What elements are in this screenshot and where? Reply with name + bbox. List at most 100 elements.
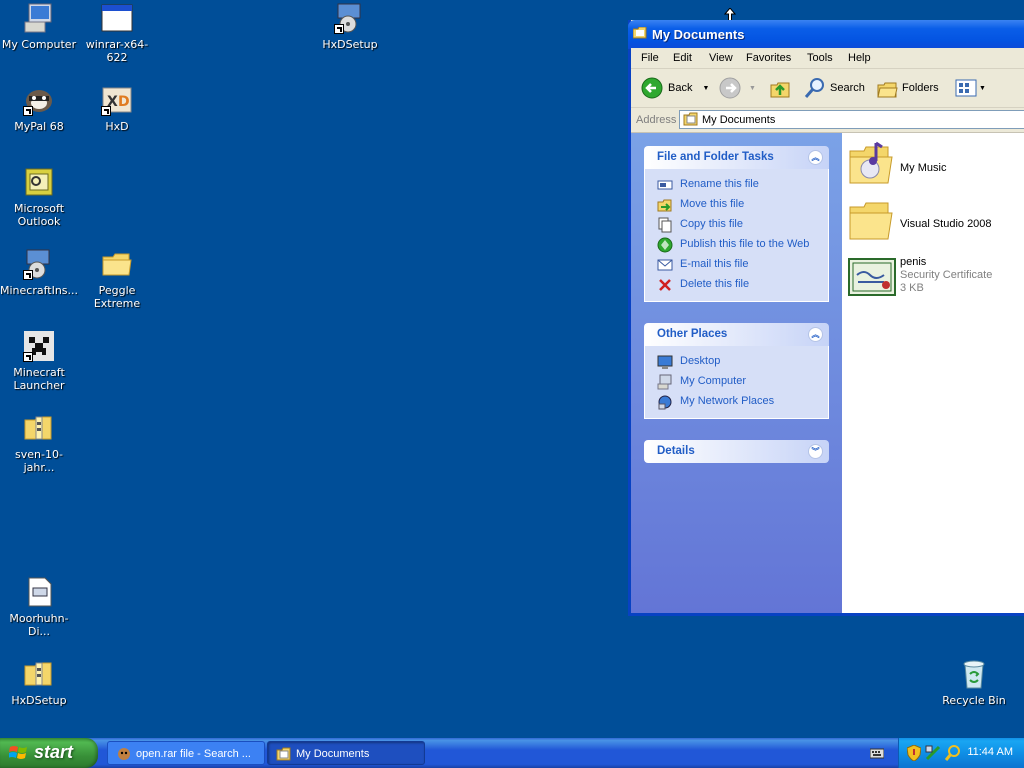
panel-body: Desktop My Computer My Network Places xyxy=(644,346,829,419)
panel-body: Rename this file Move this file Copy thi… xyxy=(644,169,829,302)
place-desktop[interactable]: Desktop xyxy=(645,352,828,372)
menu-favorites[interactable]: Favorites xyxy=(746,52,791,64)
task-label: E-mail this file xyxy=(680,258,749,270)
network-icon xyxy=(657,394,673,410)
file-item-certificate[interactable]: penis Security Certificate 3 KB xyxy=(848,253,1024,301)
back-arrow-icon xyxy=(641,77,663,99)
task-email[interactable]: E-mail this file xyxy=(645,255,828,275)
taskbar-task-my-documents[interactable]: My Documents xyxy=(267,741,425,765)
task-label: Delete this file xyxy=(680,278,750,290)
file-view: My Music Visual Studio 2008 penis Securi… xyxy=(842,133,1024,613)
folders-label: Folders xyxy=(902,82,939,94)
task-label: Move this file xyxy=(680,198,745,210)
place-label: My Network Places xyxy=(680,395,775,407)
desktop-icon-peggle[interactable]: Peggle Extreme xyxy=(78,248,156,310)
menu-file[interactable]: File xyxy=(641,52,659,64)
other-places-panel: Other Places ︽ Desktop My Computer My Ne… xyxy=(644,323,829,419)
task-copy[interactable]: Copy this file xyxy=(645,215,828,235)
menu-bar: File Edit View Favorites Tools Help xyxy=(631,48,1024,69)
menu-tools[interactable]: Tools xyxy=(807,52,833,64)
folder-icon xyxy=(848,195,896,243)
desktop-icon-label: Recycle Bin xyxy=(942,694,1006,707)
collapse-icon[interactable]: ︽ xyxy=(808,327,823,342)
panel-header[interactable]: Details ︾ xyxy=(644,440,829,463)
panel-header[interactable]: Other Places ︽ xyxy=(644,323,829,346)
desktop-icon-winrar[interactable]: winrar-x64-622 xyxy=(78,2,156,64)
address-input[interactable]: My Documents xyxy=(679,110,1024,129)
taskbar: start open.rar file - Search ... My Docu… xyxy=(0,738,1024,768)
address-label: Address xyxy=(636,114,677,126)
menu-help[interactable]: Help xyxy=(848,52,871,64)
place-label: My Computer xyxy=(680,375,747,387)
exe-window-icon xyxy=(101,2,133,34)
task-label: open.rar file - Search ... xyxy=(136,748,251,760)
computer-icon xyxy=(23,2,55,34)
file-item-my-music[interactable]: My Music xyxy=(848,139,1024,187)
up-folder-button[interactable] xyxy=(769,77,791,99)
desktop-icon-hxdsetup-zip[interactable]: HxDSetup xyxy=(0,658,78,707)
expand-icon[interactable]: ︾ xyxy=(808,444,823,459)
task-publish[interactable]: Publish this file to the Web xyxy=(645,235,828,255)
folder-icon xyxy=(276,746,292,762)
desktop-icon-label: My Computer xyxy=(1,38,77,51)
desktop-icon-label: winrar-x64-622 xyxy=(85,38,149,64)
forward-button[interactable]: ▼ xyxy=(719,77,756,99)
network-connection-icon[interactable] xyxy=(925,745,941,764)
desktop-icon-recycle-bin[interactable]: Recycle Bin xyxy=(935,658,1013,707)
folder-icon xyxy=(683,112,699,130)
window-title: My Documents xyxy=(652,27,745,42)
views-button[interactable]: ▼ xyxy=(955,77,986,99)
menu-view[interactable]: View xyxy=(709,52,733,64)
chevron-down-icon[interactable]: ▼ xyxy=(702,85,709,92)
clock[interactable]: 11:44 AM xyxy=(967,746,1013,758)
task-pane: File and Folder Tasks ︽ Rename this file… xyxy=(631,133,842,613)
panel-header[interactable]: File and Folder Tasks ︽ xyxy=(644,146,829,169)
chevron-down-icon[interactable]: ▼ xyxy=(749,85,756,92)
search-tray-icon[interactable] xyxy=(944,745,961,764)
folder-icon xyxy=(101,248,133,280)
globe-icon xyxy=(657,237,673,253)
installer-icon xyxy=(23,248,55,280)
desktop-icon-hxdsetup[interactable]: HxDSetup xyxy=(311,2,389,51)
delete-x-icon xyxy=(657,277,673,293)
file-item-visual-studio[interactable]: Visual Studio 2008 xyxy=(848,195,1024,243)
desktop-icon-minecraft-launcher[interactable]: Minecraft Launcher xyxy=(0,330,78,392)
folders-button[interactable]: Folders xyxy=(876,77,939,99)
start-button[interactable]: start xyxy=(0,738,98,768)
place-network[interactable]: My Network Places xyxy=(645,392,828,412)
computer-icon xyxy=(657,374,673,390)
outlook-icon xyxy=(23,166,55,198)
desktop-icon-sven[interactable]: sven-10-jahr... xyxy=(0,412,78,474)
back-button[interactable]: Back ▼ xyxy=(641,77,709,99)
search-button[interactable]: Search xyxy=(804,77,865,99)
desktop-icon-minecraft-installer[interactable]: MinecraftIns... xyxy=(0,248,78,297)
toolbar: Back ▼ ▼ Search Folders ▼ xyxy=(631,69,1024,108)
zip-folder-icon xyxy=(23,658,55,690)
file-name: Visual Studio 2008 xyxy=(900,218,992,230)
task-rename[interactable]: Rename this file xyxy=(645,175,828,195)
hxd-icon: XD xyxy=(101,84,133,116)
task-label: Rename this file xyxy=(680,178,759,190)
desktop-icon-moorhuhn[interactable]: Moorhuhn-Di... xyxy=(0,576,78,638)
explorer-window: My Documents File Edit View Favorites To… xyxy=(628,20,1024,616)
menu-edit[interactable]: Edit xyxy=(673,52,692,64)
svg-text:D: D xyxy=(118,94,130,110)
task-move[interactable]: Move this file xyxy=(645,195,828,215)
windows-logo-icon xyxy=(8,744,29,765)
up-folder-icon xyxy=(769,77,791,99)
desktop-icon-outlook[interactable]: Microsoft Outlook xyxy=(0,166,78,228)
title-bar[interactable]: My Documents xyxy=(628,20,1024,49)
task-delete[interactable]: Delete this file xyxy=(645,275,828,295)
desktop-icon-hxd[interactable]: XD HxD xyxy=(78,84,156,133)
security-shield-icon[interactable] xyxy=(906,744,922,764)
desktop-icon-label: HxD xyxy=(105,120,129,133)
desktop-icon-mypal[interactable]: MyPal 68 xyxy=(0,84,78,133)
folders-icon xyxy=(876,77,898,99)
place-my-computer[interactable]: My Computer xyxy=(645,372,828,392)
desktop-icon-my-computer[interactable]: My Computer xyxy=(0,2,78,51)
taskbar-task-search[interactable]: open.rar file - Search ... xyxy=(107,741,265,765)
zip-folder-icon xyxy=(23,412,55,444)
place-label: Desktop xyxy=(680,355,721,367)
keyboard-icon[interactable] xyxy=(869,746,885,763)
collapse-icon[interactable]: ︽ xyxy=(808,150,823,165)
